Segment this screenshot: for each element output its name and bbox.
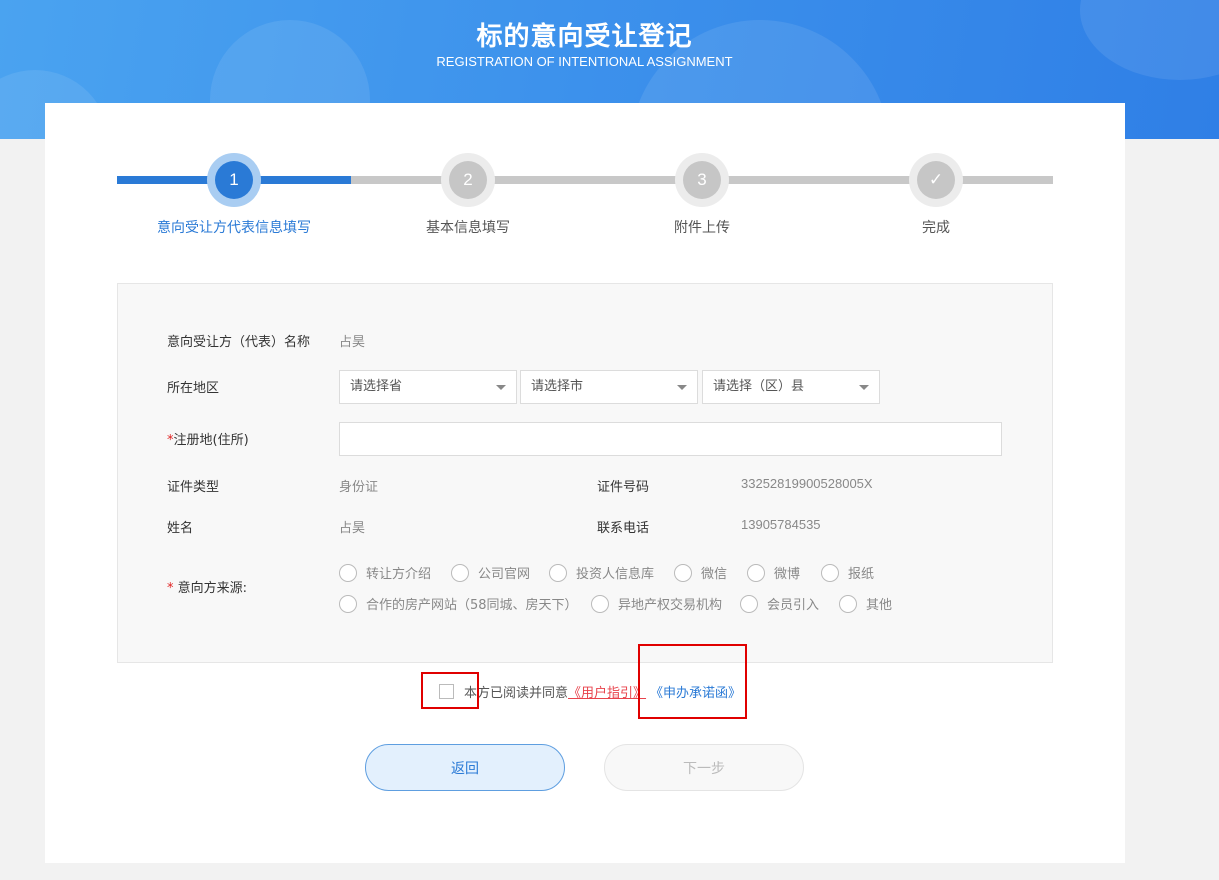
step-label: 意向受让方代表信息填写 — [157, 220, 311, 236]
radio-circle — [451, 563, 469, 582]
county-select-text: 请选择（区）县 — [713, 379, 805, 394]
chevron-down-icon — [496, 385, 506, 390]
id-number-value: 33252819900528005X — [741, 476, 873, 491]
step-label: 基本信息填写 — [426, 220, 510, 236]
page-title: 标的意向受让登记 — [476, 22, 693, 52]
name-label: 意向受让方（代表）名称 — [167, 335, 311, 350]
radio-circle — [339, 594, 357, 613]
city-select[interactable]: 请选择市 — [520, 370, 698, 404]
radio-circle — [339, 563, 357, 582]
radio-circle — [674, 563, 692, 582]
step-2: 2 基本信息填写 — [368, 153, 568, 237]
source-radio[interactable]: 微博 — [747, 563, 800, 582]
step-number: 1 — [215, 161, 253, 199]
source-radio[interactable]: 转让方介绍 — [339, 563, 431, 582]
radio-circle — [821, 563, 839, 582]
source-radio[interactable]: 微信 — [674, 563, 727, 582]
step-3: 3 附件上传 — [602, 153, 802, 237]
step-label: 附件上传 — [674, 220, 730, 236]
highlight-box — [638, 644, 747, 719]
back-button[interactable]: 返回 — [365, 744, 565, 791]
step-number: 2 — [449, 161, 487, 199]
radio-circle — [839, 594, 857, 613]
id-type-label: 证件类型 — [167, 480, 220, 495]
step-label: 完成 — [922, 220, 950, 236]
source-radio[interactable]: 会员引入 — [740, 594, 819, 613]
source-radio[interactable]: 报纸 — [821, 563, 874, 582]
source-radio[interactable]: 公司官网 — [451, 563, 530, 582]
source-radio[interactable]: 异地产权交易机构 — [591, 594, 722, 613]
next-step-button[interactable]: 下一步 — [604, 744, 804, 791]
chevron-down-icon — [859, 385, 869, 390]
page-subtitle: REGISTRATION OF INTENTIONAL ASSIGNMENT — [436, 54, 733, 69]
phone-label: 联系电话 — [597, 521, 650, 536]
agreement-text: 本方已阅读并同意 — [464, 685, 569, 701]
address-input[interactable] — [339, 422, 1002, 456]
step-number: 3 — [683, 161, 721, 199]
city-select-text: 请选择市 — [531, 379, 584, 394]
name-value: 占昊 — [339, 334, 366, 349]
source-label: * 意向方来源: — [167, 581, 248, 596]
check-icon: ✓ — [917, 161, 955, 199]
source-radio[interactable]: 其他 — [839, 594, 892, 613]
info-form: 意向受让方（代表）名称 占昊 所在地区 请选择省 请选择市 请选择（区）县 *注… — [117, 283, 1053, 663]
source-radio[interactable]: 投资人信息库 — [549, 563, 654, 582]
person-name-value: 占昊 — [339, 520, 366, 535]
user-guide-link[interactable]: 《用户指引》 — [568, 682, 646, 701]
county-select[interactable]: 请选择（区）县 — [702, 370, 880, 404]
step-1: 1 意向受让方代表信息填写 — [134, 153, 334, 237]
province-select[interactable]: 请选择省 — [339, 370, 517, 404]
province-select-text: 请选择省 — [350, 379, 403, 394]
step-4: ✓ 完成 — [836, 153, 1036, 237]
source-radio[interactable]: 合作的房产网站（58同城、房天下） — [339, 594, 578, 613]
address-label: *注册地(住所) — [167, 433, 249, 448]
id-type-value: 身份证 — [339, 479, 379, 494]
id-number-label: 证件号码 — [597, 480, 650, 495]
phone-value: 13905784535 — [741, 517, 821, 532]
form-card: 1 意向受让方代表信息填写 2 基本信息填写 3 附件上传 ✓ 完成 意向受让方… — [45, 103, 1125, 863]
region-label: 所在地区 — [167, 381, 220, 396]
radio-circle — [747, 563, 765, 582]
radio-circle — [591, 594, 609, 613]
person-name-label: 姓名 — [167, 521, 194, 536]
highlight-box — [421, 672, 479, 709]
chevron-down-icon — [677, 385, 687, 390]
radio-circle — [740, 594, 758, 613]
radio-circle — [549, 563, 567, 582]
